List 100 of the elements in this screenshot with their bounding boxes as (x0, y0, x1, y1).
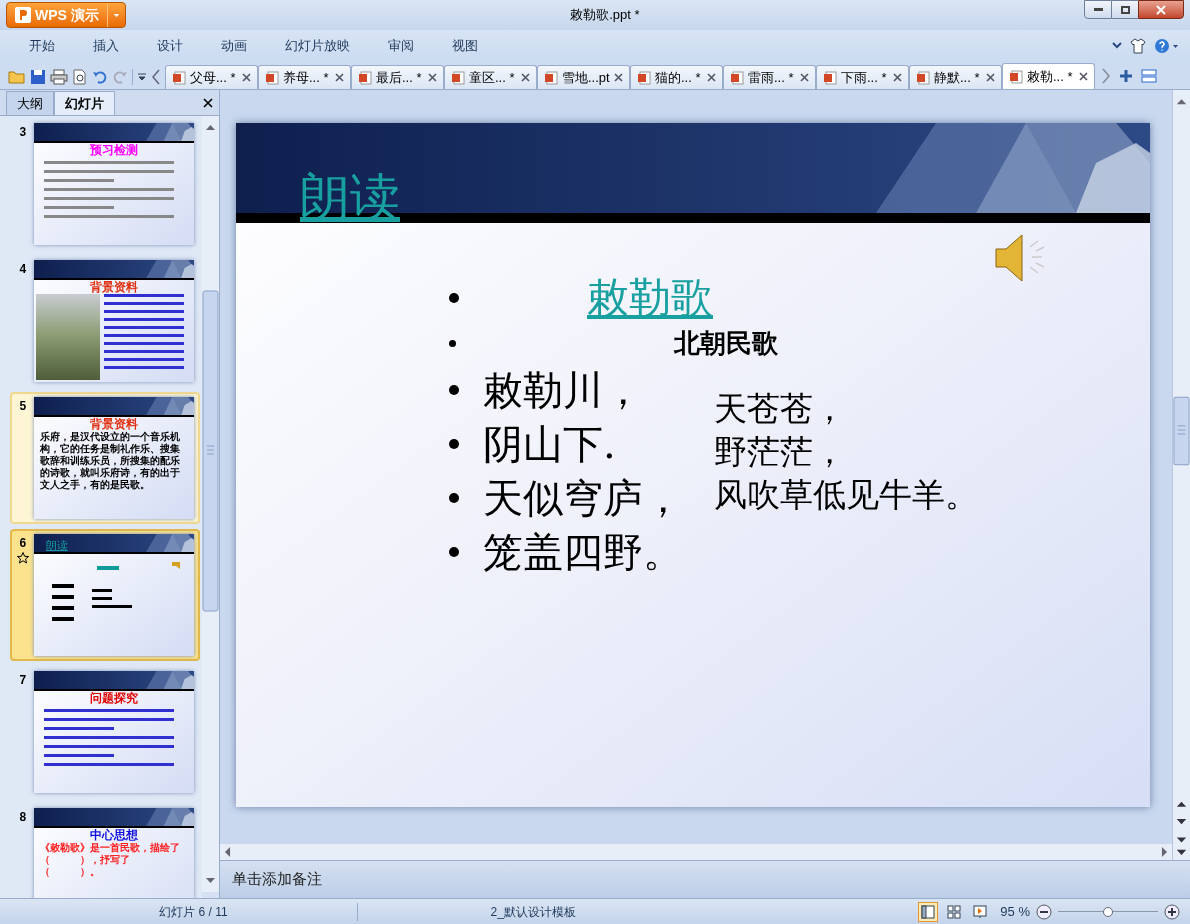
document-tab[interactable]: 雪地...pt (537, 65, 630, 89)
chevron-left-icon[interactable] (151, 69, 161, 85)
close-icon (1156, 4, 1166, 15)
poem-line: 天似穹庐， (483, 474, 683, 522)
view-button[interactable] (918, 901, 939, 922)
slide-number: 5 (19, 398, 27, 415)
vertical-scrollbar[interactable] (1172, 90, 1190, 860)
slide-thumbnail-item[interactable]: 7 问题探究 (10, 666, 200, 798)
zoom-out-icon[interactable] (1036, 903, 1052, 920)
dropdown-arrow-icon[interactable] (137, 72, 147, 82)
close-icon[interactable] (1079, 72, 1088, 81)
poem-line: 风吹草低见牛羊。 (714, 474, 978, 516)
slide-thumbnail-item[interactable]: 6 朗读 (10, 529, 200, 661)
poem-author: 北朝民歌 (674, 327, 778, 360)
tab-label: 父母... * (190, 68, 237, 87)
document-tab[interactable]: 最后... * (351, 65, 444, 89)
panel-tab[interactable]: 幻灯片 (54, 91, 115, 115)
close-icon[interactable] (335, 73, 344, 82)
vertical-scrollbar[interactable] (202, 116, 219, 892)
zoom-slider-thumb[interactable] (1103, 906, 1113, 917)
minimize-button[interactable] (1084, 0, 1112, 19)
thumbnail-title: 朗读 (45, 538, 68, 554)
slide-title: 朗读 (300, 167, 400, 227)
printer-icon[interactable] (50, 69, 68, 85)
slide-number: 8 (19, 809, 27, 826)
menu-tab[interactable]: 视图 (444, 36, 486, 56)
close-icon[interactable] (800, 73, 809, 82)
document-tab[interactable]: 雷雨... * (723, 65, 816, 89)
document-tab[interactable]: 养母... * (258, 65, 351, 89)
normal-view-icon (921, 904, 936, 919)
shirt-icon[interactable] (1130, 38, 1146, 54)
poem-line: 阴山下. (483, 420, 616, 468)
poem-title: 敕勒歌 (587, 273, 713, 323)
save-icon[interactable] (30, 69, 46, 85)
bullet-icon (449, 339, 456, 347)
document-icon (637, 70, 651, 85)
tab-label: 敕勒... * (1027, 67, 1074, 86)
document-icon (451, 70, 465, 85)
document-icon (544, 70, 558, 85)
tab-label: 雷雨... * (748, 68, 795, 87)
tab-label: 童区... * (469, 68, 516, 87)
notes-placeholder[interactable]: 单击添加备注 (232, 868, 322, 891)
document-tab[interactable]: 敕勒... * (1002, 63, 1095, 89)
bullet-icon (449, 547, 459, 557)
help-icon[interactable] (1154, 38, 1180, 54)
poem-line: 天苍苍， (714, 388, 847, 430)
menu-tab[interactable]: 动画 (213, 36, 255, 56)
close-icon[interactable] (203, 98, 213, 108)
thumbnail-title: 背景资料 (88, 417, 139, 431)
document-tab[interactable]: 猫的... * (630, 65, 723, 89)
close-button[interactable] (1138, 0, 1184, 19)
slide-number: 6 (19, 535, 27, 552)
slide-number: 3 (19, 124, 27, 141)
slide-thumbnail-item[interactable]: 5 背景资料 乐府，是汉代设立的一个音乐机构，它的任务是制礼作乐、搜集歌辞和训练乐员，所搜集的配乐的诗歌，就叫乐府诗，有的出于文人之手，有的是民歌。 (10, 392, 200, 524)
plus-icon[interactable] (1119, 69, 1133, 83)
poem-line: 野茫茫， (714, 431, 847, 473)
menu-tab[interactable]: 开始 (21, 36, 63, 56)
horizontal-scrollbar[interactable] (220, 844, 1172, 860)
document-icon (730, 70, 744, 85)
bullet-icon (449, 293, 459, 303)
document-tab[interactable]: 下雨... * (816, 65, 909, 89)
window-title: 敕勒歌.ppt * (570, 6, 640, 25)
grid-icon (947, 904, 962, 919)
document-tab[interactable]: 父母... * (165, 65, 258, 89)
close-icon[interactable] (428, 73, 437, 82)
document-tab[interactable]: 童区... * (444, 65, 537, 89)
chevron-down-icon[interactable] (1112, 42, 1122, 50)
zoom-in-icon[interactable] (1164, 903, 1180, 920)
thumbnail-body-text: 《敕勒歌》是一首民歌，描绘了（ ），抒写了（ ）。 (38, 842, 181, 878)
tab-label: 猫的... * (655, 68, 702, 87)
tab-label: 静默... * (934, 68, 981, 87)
close-icon[interactable] (521, 73, 530, 82)
slide-thumbnail-item[interactable]: 4 背景资料 (10, 255, 200, 387)
bullet-icon (449, 493, 459, 503)
menu-tab[interactable]: 插入 (85, 36, 127, 56)
maximize-button[interactable] (1112, 0, 1138, 19)
poem-line: 敕勒川， (483, 366, 643, 414)
slide-number: 7 (19, 672, 27, 689)
close-icon[interactable] (893, 73, 902, 82)
menu-tab[interactable]: 设计 (149, 36, 191, 56)
zoom-percent: 95 % (1000, 902, 1030, 921)
slide-thumbnail-item[interactable]: 8 中心思想 《敕勒歌》是一首民歌，描绘了（ ），抒写了（ ）。 (10, 803, 200, 898)
slide-thumbnail-item[interactable]: 3 预习检测 (10, 118, 200, 250)
tab-label: 养母... * (283, 68, 330, 87)
panel-tab[interactable]: 大纲 (6, 91, 54, 115)
document-icon (172, 70, 186, 85)
window-list-icon[interactable] (1141, 69, 1157, 83)
document-icon (916, 70, 930, 85)
menu-tab[interactable]: 审阅 (380, 36, 422, 56)
close-icon[interactable] (986, 73, 995, 82)
bullet-icon (449, 385, 459, 395)
play-screen-icon (973, 904, 988, 919)
close-icon[interactable] (707, 73, 716, 82)
menu-tab[interactable]: 幻灯片放映 (277, 36, 358, 56)
close-icon[interactable] (614, 73, 623, 82)
undo-icon[interactable] (92, 69, 108, 85)
document-tab[interactable]: 静默... * (909, 65, 1002, 89)
tab-label: 最后... * (376, 68, 423, 87)
print-preview-icon[interactable] (72, 69, 88, 85)
close-icon[interactable] (242, 73, 251, 82)
